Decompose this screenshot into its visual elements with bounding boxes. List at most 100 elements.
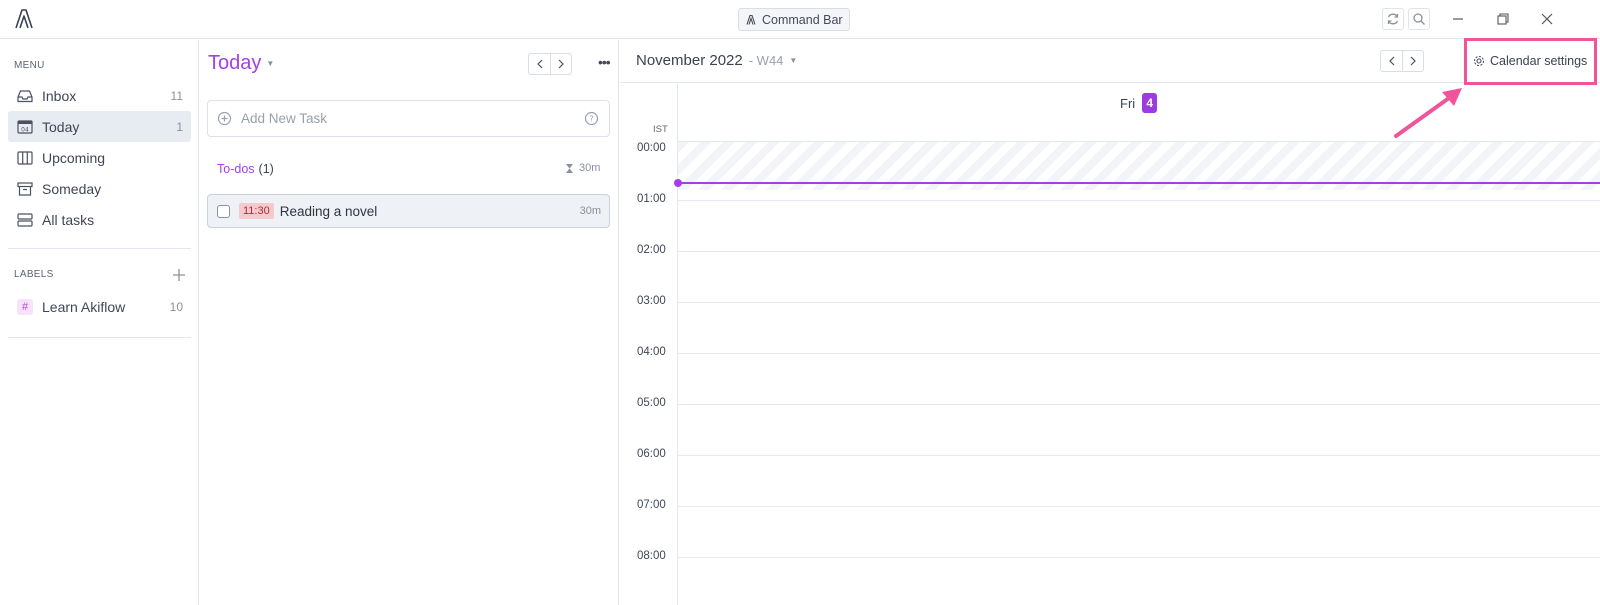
menu-heading: MENU [14,60,45,71]
current-time-dot [674,179,682,187]
stack-icon [16,211,34,229]
search-icon [1413,13,1425,25]
hour-label: 02:00 [637,244,666,256]
hourglass-icon [566,163,573,173]
chevron-right-icon [1410,56,1416,66]
hour-label: 04:00 [637,346,666,358]
timezone-label: IST [653,124,668,135]
today-count: 1 [176,119,183,134]
minimize-icon [1453,18,1463,20]
sidebar-item-upcoming[interactable]: Upcoming [8,142,191,173]
week-label: - W44 [748,53,784,68]
prev-week-button[interactable] [1381,51,1402,71]
sidebar-item-label: Inbox [42,87,77,104]
sidebar-item-inbox[interactable]: Inbox 11 [8,80,191,111]
akiflow-mini-icon [746,14,756,25]
sidebar-divider [8,248,191,249]
columns-icon [16,149,34,167]
search-button[interactable] [1408,8,1430,30]
svg-text:?: ? [589,115,593,124]
todos-label: To-dos [217,162,255,176]
sidebar-item-today[interactable]: 04 Today 1 [8,111,191,142]
plus-icon [173,269,185,281]
add-task-placeholder: Add New Task [241,111,328,126]
minimize-button[interactable] [1449,10,1467,28]
sidebar-item-someday[interactable]: Someday [8,173,191,204]
svg-text:04: 04 [21,126,29,133]
day-header[interactable]: Fri 4 [1120,93,1158,113]
archive-icon [16,180,34,198]
todos-count: (1) [258,162,274,176]
hour-row: 03:00 [620,295,1600,307]
todos-section-header[interactable]: To-dos (1) [217,162,274,176]
restore-button[interactable] [1494,10,1512,28]
day-name: Fri [1120,95,1136,111]
help-icon[interactable]: ? [584,111,599,129]
hour-label: 00:00 [637,142,666,154]
annotation-arrow-icon [1394,88,1462,138]
task-checkbox[interactable] [217,204,230,218]
caret-down-icon: ▼ [266,59,275,68]
next-week-button[interactable] [1402,51,1423,71]
add-task-field[interactable]: Add New Task ? [207,100,610,137]
chevron-left-icon [1388,56,1394,66]
hour-label: 05:00 [637,397,666,409]
sidebar: MENU Inbox 11 04 Today 1 Upcoming Someda… [0,40,199,605]
sidebar-item-label: Someday [42,180,102,197]
hour-label: 07:00 [637,499,666,511]
more-dots-icon: ••• [598,54,611,70]
add-circle-icon [217,111,232,126]
month-dropdown[interactable]: November 2022 - W44 ▼ [636,52,797,69]
calendar-header: November 2022 - W44 ▼ Calendar settings [620,40,1600,83]
day-number-badge: 4 [1142,93,1158,113]
chevron-left-icon [536,59,542,69]
page-title: Today [208,52,262,74]
calendar-settings-highlight [1464,38,1597,85]
task-time-badge: 11:30 [239,203,274,219]
hash-icon: # [17,298,33,315]
label-item-label: Learn Akiflow [42,298,126,315]
hour-row: 02:00 [620,244,1600,256]
sidebar-item-label: Upcoming [42,149,106,166]
caret-down-icon: ▼ [789,56,798,65]
today-panel: Today ▼ ••• Add New Task ? To-dos (1) 30m… [199,40,619,605]
task-title: Reading a novel [279,203,378,219]
calendar-nav [1380,50,1424,72]
task-row[interactable]: 11:30 Reading a novel 30m [207,194,610,228]
hour-label: 03:00 [637,295,666,307]
hour-row: 04:00 [620,346,1600,358]
hour-row: 01:00 [620,193,1600,205]
title-bar: Command Bar [0,0,1600,39]
command-bar-label: Command Bar [762,12,843,27]
today-nav [528,53,572,75]
current-time-line [678,182,1600,184]
label-item-learn-akiflow[interactable]: # Learn Akiflow 10 [8,291,191,322]
sync-button[interactable] [1382,8,1404,30]
hour-row: 06:00 [620,448,1600,460]
todos-duration-value: 30m [579,162,601,174]
akiflow-logo-icon[interactable] [12,8,36,30]
restore-icon [1497,13,1509,25]
command-bar-button[interactable]: Command Bar [738,8,850,31]
add-label-button[interactable] [172,268,186,282]
close-icon [1541,13,1553,25]
sidebar-divider [8,337,191,338]
today-title-dropdown[interactable]: Today ▼ [208,52,274,75]
next-day-button[interactable] [550,54,571,74]
task-duration: 30m [579,205,601,217]
inbox-count: 11 [170,88,183,103]
more-options-button[interactable]: ••• [598,54,611,70]
hour-row: 07:00 [620,499,1600,511]
sidebar-item-all-tasks[interactable]: All tasks [8,204,191,235]
prev-day-button[interactable] [529,54,550,74]
sync-icon [1387,13,1399,25]
hour-row: 00:00 [620,142,1600,154]
calendar-today-icon: 04 [16,118,34,136]
close-button[interactable] [1538,10,1556,28]
hour-label: 08:00 [637,550,666,562]
inbox-icon [16,87,34,105]
sidebar-item-label: All tasks [42,211,95,228]
hour-row: 05:00 [620,397,1600,409]
hour-label: 06:00 [637,448,666,460]
month-label: November 2022 [636,52,743,69]
